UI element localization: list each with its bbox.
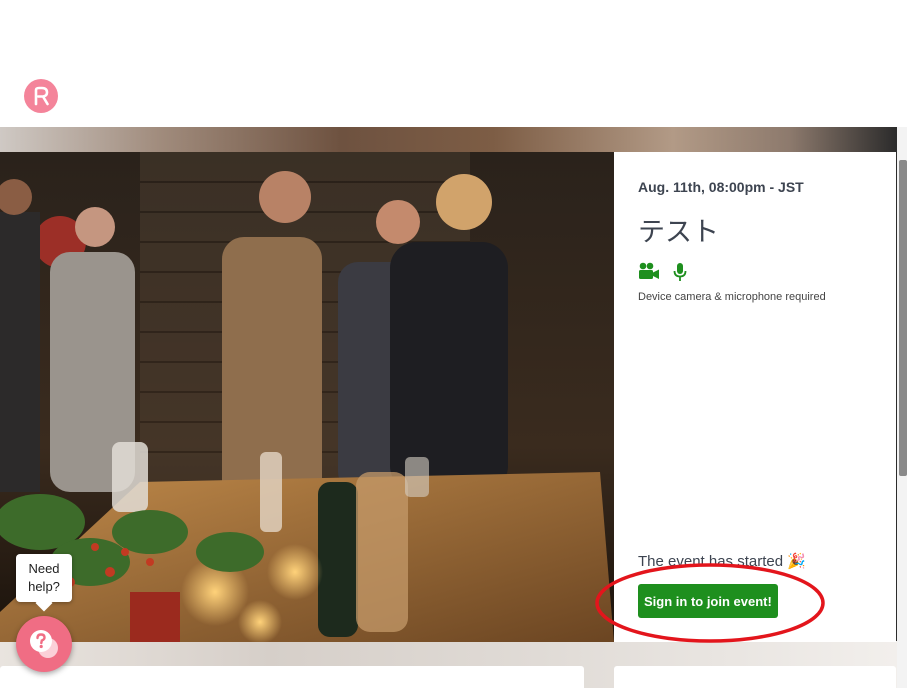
need-help-line1: Need	[28, 561, 60, 576]
brand-logo[interactable]	[24, 79, 58, 113]
event-date: Aug. 11th, 08:00pm - JST	[638, 179, 804, 195]
event-status: The event has started 🎉	[638, 552, 806, 571]
question-chat-icon	[30, 630, 58, 658]
event-status-text: The event has started	[638, 552, 784, 570]
device-requirements-icons	[638, 262, 688, 282]
party-scene-illustration	[0, 152, 614, 642]
sign-in-to-join-button[interactable]: Sign in to join event!	[638, 584, 778, 618]
help-chat-button[interactable]	[16, 616, 72, 672]
event-info-card: Aug. 11th, 08:00pm - JST テスト Device came…	[614, 152, 896, 642]
details-card-right	[614, 666, 896, 688]
scrollbar-thumb[interactable]	[899, 160, 907, 476]
event-title: テスト	[638, 217, 719, 248]
microphone-icon	[672, 262, 688, 282]
need-help-line2: help?	[28, 579, 60, 594]
event-cover-photo	[0, 152, 614, 642]
device-requirement-note: Device camera & microphone required	[638, 291, 826, 303]
video-camera-icon	[638, 262, 660, 282]
top-header	[0, 0, 907, 127]
party-popper-icon: 🎉	[787, 553, 806, 570]
rabbit-r-logo-icon	[34, 86, 49, 106]
need-help-tooltip: Need help?	[16, 554, 72, 602]
details-card-left	[0, 666, 584, 688]
